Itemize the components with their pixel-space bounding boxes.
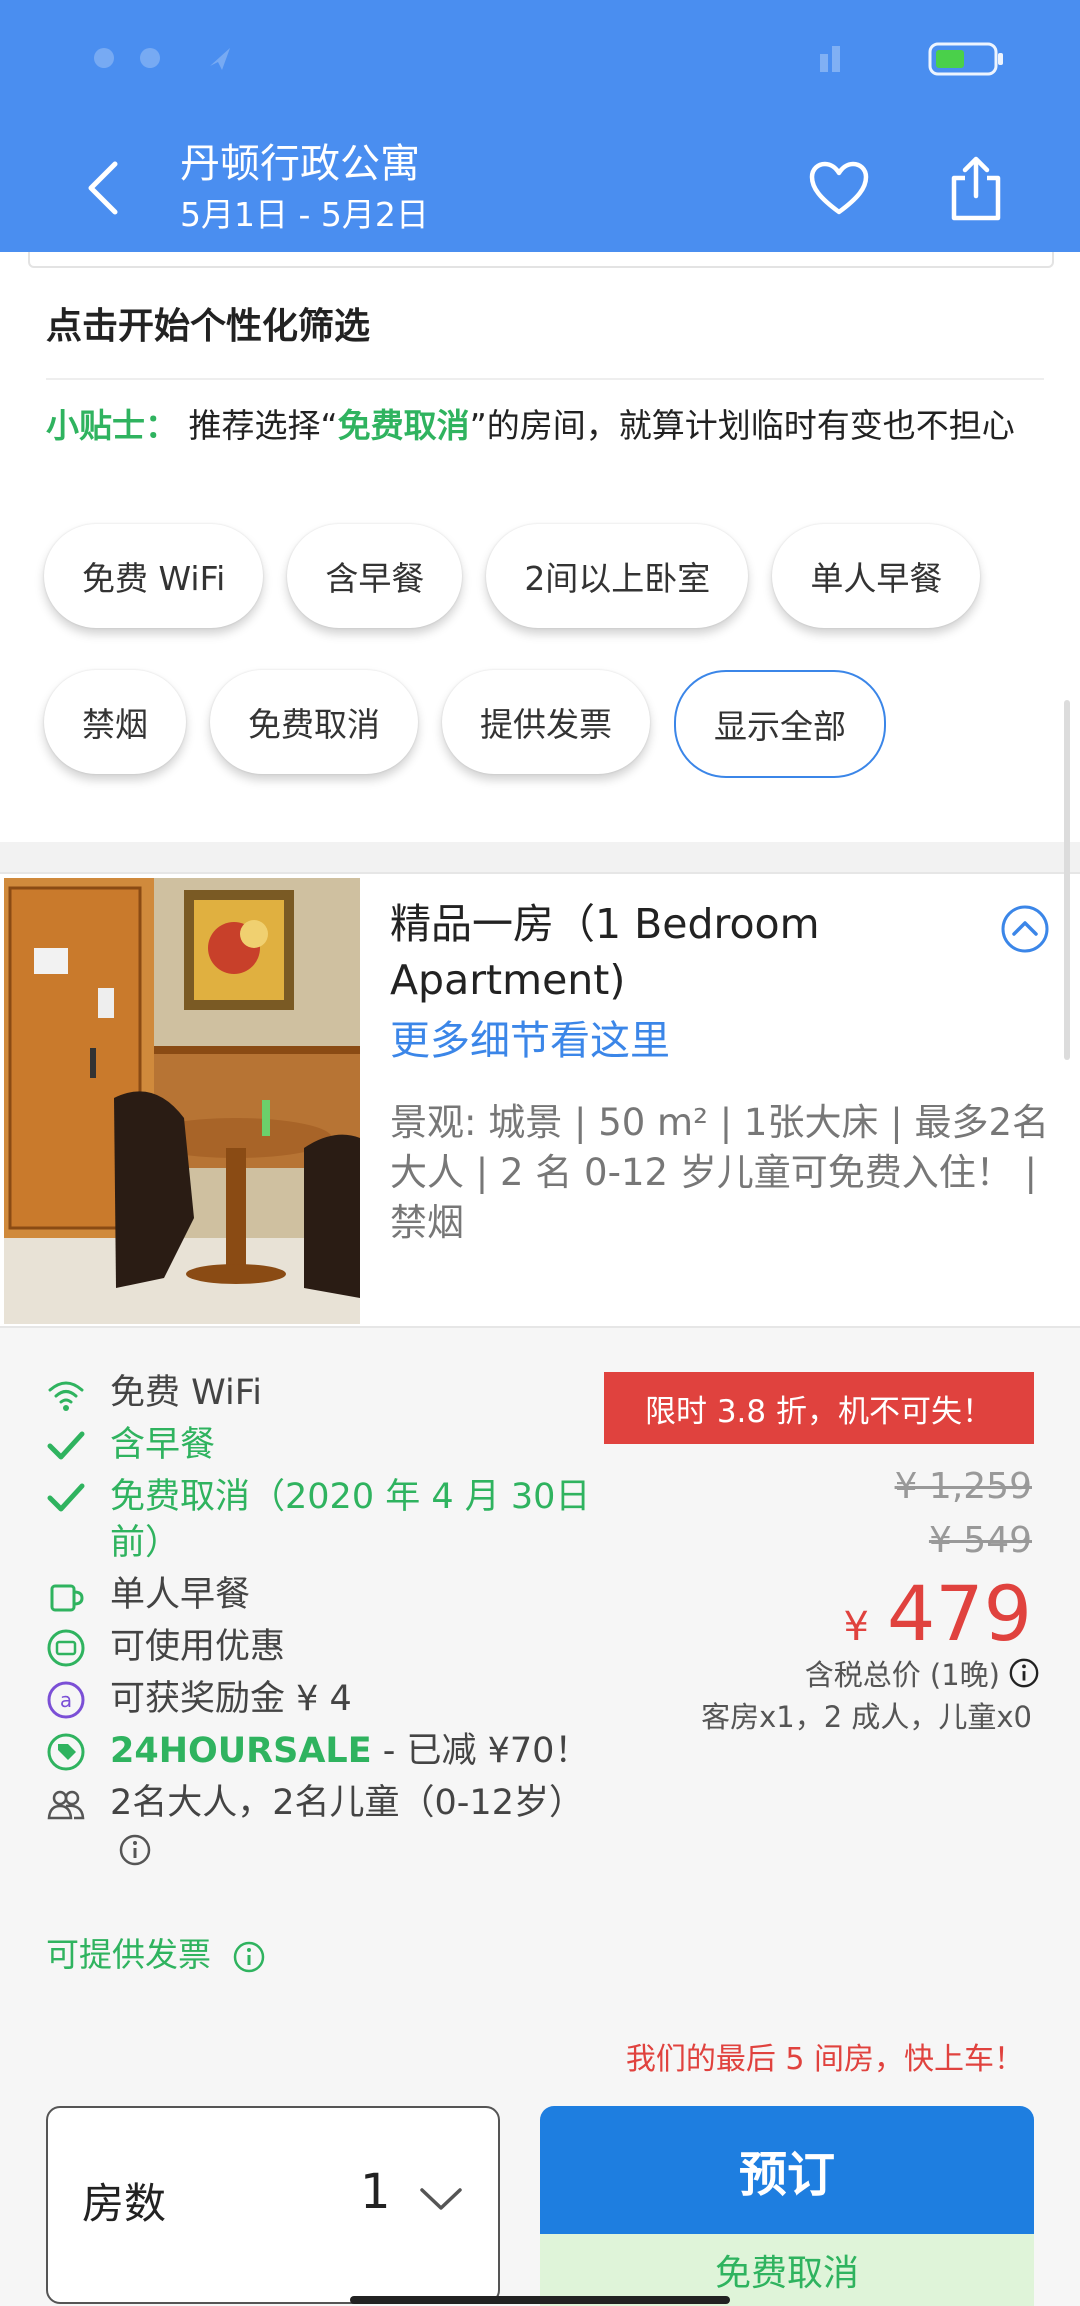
chip-single-breakfast[interactable]: 单人早餐 <box>772 524 981 628</box>
chip-free-wifi[interactable]: 免费 WiFi <box>44 524 264 628</box>
chip-breakfast[interactable]: 含早餐 <box>287 524 463 628</box>
tip-text: 小贴士： 推荐选择“免费取消”的房间，就算计划临时有变也不担心 <box>46 400 1036 452</box>
rooms-value: 1 <box>360 2164 391 2220</box>
chevron-down-icon <box>420 2188 462 2210</box>
divider <box>46 378 1044 380</box>
app-header: 丹顿行政公寓 5月1日 - 5月2日 <box>0 0 1080 252</box>
back-icon[interactable] <box>75 158 135 218</box>
rooms-label: 房数 <box>82 2179 167 2228</box>
share-icon[interactable] <box>950 156 1002 222</box>
room-description: 景观: 城景 | 50 m² | 1张大床 | 最多2名大人 | 2 名 0-1… <box>390 1101 1049 1244</box>
price-note: 含税总价 (1晚) <box>805 1652 1040 1694</box>
room-header: 精品一房（1 Bedroom Apartment) 更多细节看这里 景观: 城景… <box>0 874 1080 1328</box>
feature-free-cancel-label: 免费取消 <box>110 1477 251 1517</box>
feature-reward-label: 可获奖励金 ¥ 4 <box>110 1679 352 1719</box>
show-all-button[interactable]: 显示全部 <box>674 670 886 778</box>
ticket-icon <box>47 1629 85 1667</box>
guests-icon <box>47 1790 85 1820</box>
tip-highlight: 免费取消 <box>337 406 470 445</box>
feature-single-breakfast-label: 单人早餐 <box>110 1575 251 1615</box>
feature-guests-label: 2名大人，2名儿童（0-12岁） <box>110 1783 584 1823</box>
room-details-link[interactable]: 更多细节看这里 <box>390 1014 670 1068</box>
feature-reward: a 可获奖励金 ¥ 4 <box>46 1676 606 1722</box>
carrier-icons <box>94 48 230 70</box>
current-price: ¥479 <box>843 1570 1032 1658</box>
hotel-title: 丹顿行政公寓 <box>180 141 420 187</box>
room-card: 精品一房（1 Bedroom Apartment) 更多细节看这里 景观: 城景… <box>0 872 1080 2306</box>
original-price-2: ¥ 549 <box>928 1520 1032 1561</box>
heart-icon[interactable] <box>808 160 870 216</box>
sale-text: - 已减 ¥70！ <box>371 1731 590 1771</box>
chip-no-smoking[interactable]: 禁烟 <box>44 670 186 774</box>
feature-sale: 24HOURSALE - 已减 ¥70！ <box>46 1728 606 1774</box>
feature-breakfast-label: 含早餐 <box>110 1425 216 1465</box>
filter-chip-row-2: 禁烟 免费取消 提供发票 显示全部 <box>44 670 886 778</box>
tip-label: 小贴士： <box>46 406 178 445</box>
svg-text:a: a <box>60 1688 72 1712</box>
check-icon <box>47 1431 85 1460</box>
tip-text-2: ”的房间，就算计划临时有变也不担心 <box>469 406 1015 445</box>
feature-free-cancel: 免费取消（2020 年 4 月 30日前） <box>46 1474 606 1566</box>
chip-two-bedrooms[interactable]: 2间以上卧室 <box>486 524 749 628</box>
invoice-label: 可提供发票 <box>46 1935 211 1974</box>
tag-icon <box>47 1733 85 1771</box>
filter-title: 点击开始个性化筛选 <box>46 306 371 347</box>
room-name: 精品一房（1 Bedroom Apartment) <box>390 900 820 1004</box>
chip-free-cancel[interactable]: 免费取消 <box>210 670 418 774</box>
room-photo[interactable] <box>4 878 360 1324</box>
price-summary: 客房x1，2 成人，儿童x0 <box>701 1700 1032 1734</box>
reward-icon: a <box>47 1681 85 1719</box>
status-bar <box>0 0 1080 110</box>
rooms-count-select[interactable]: 房数 1 <box>46 2106 500 2304</box>
feature-wifi-label: 免费 WiFi <box>110 1373 262 1413</box>
wifi-icon <box>48 1381 84 1411</box>
feature-guests: 2名大人，2名儿童（0-12岁） <box>46 1780 606 1872</box>
feature-breakfast: 含早餐 <box>46 1422 606 1468</box>
invoice-available[interactable]: 可提供发票 <box>46 1928 266 1976</box>
room-features: 免费 WiFi 含早餐 免费取消（2020 年 4 月 30日前） 单人早餐 可… <box>46 1370 606 1878</box>
last-rooms-notice: 我们的最后 5 间房，快上车！ <box>625 2042 1024 2077</box>
feature-single-breakfast: 单人早餐 <box>46 1572 606 1618</box>
info-icon <box>233 1941 264 1972</box>
battery-icon <box>820 42 1003 76</box>
deal-badge: 限时 3.8 折，机不可失！ <box>604 1372 1034 1444</box>
sale-code: 24HOURSALE <box>110 1731 372 1771</box>
feature-coupon-label: 可使用优惠 <box>110 1627 286 1667</box>
home-indicator[interactable] <box>350 2296 730 2304</box>
feature-wifi: 免费 WiFi <box>46 1370 606 1416</box>
check-icon <box>47 1483 85 1512</box>
coffee-cup-icon <box>50 1584 84 1612</box>
original-price-1: ¥ 1,259 <box>894 1466 1032 1507</box>
stay-dates: 5月1日 - 5月2日 <box>180 195 429 234</box>
chip-invoice[interactable]: 提供发票 <box>442 670 650 774</box>
price-note-label: 含税总价 (1晚) <box>804 1658 1000 1692</box>
scrollbar[interactable] <box>1064 700 1070 1060</box>
info-icon[interactable] <box>118 1833 152 1867</box>
feature-coupon: 可使用优惠 <box>46 1624 606 1670</box>
section-separator <box>0 842 1080 872</box>
info-icon[interactable] <box>1008 1657 1040 1689</box>
price-currency: ¥ <box>843 1604 869 1650</box>
chevron-up-icon[interactable] <box>1000 904 1050 954</box>
price-amount: 479 <box>886 1569 1032 1658</box>
tip-text-1: 推荐选择“ <box>188 406 338 445</box>
previous-card-edge <box>28 252 1054 268</box>
book-button[interactable]: 预订 <box>540 2106 1034 2234</box>
filter-chip-row-1: 免费 WiFi 含早餐 2间以上卧室 单人早餐 <box>44 524 981 628</box>
